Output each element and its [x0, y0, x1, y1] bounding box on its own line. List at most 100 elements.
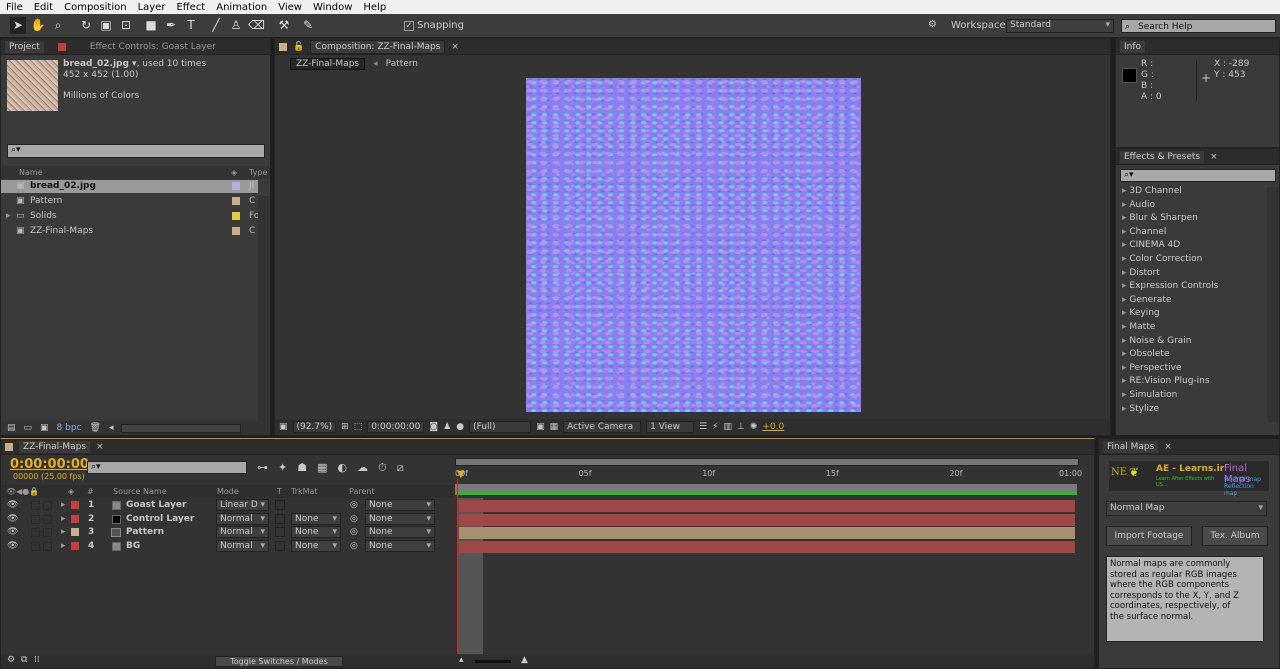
layer-row[interactable]: 👁 ▸ 3 Pattern Normal None ◎ None — [1, 526, 453, 539]
tab-composition[interactable]: Composition: ZZ-Final-Maps — [310, 39, 446, 54]
effect-category[interactable]: ▸ Expression Controls — [1122, 281, 1218, 291]
resolution-dropdown[interactable]: (Full) — [469, 421, 532, 433]
track-matte-dropdown[interactable]: None — [291, 539, 341, 552]
close-icon[interactable]: × — [1164, 442, 1172, 452]
timeline-current-time[interactable]: 0:00:00:00 — [10, 457, 89, 472]
timeline-icon[interactable]: ▥ — [724, 422, 733, 432]
tab-effects-presets[interactable]: Effects & Presets — [1120, 150, 1205, 163]
layer-name[interactable]: Goast Layer — [126, 499, 186, 512]
selection-tool-icon[interactable]: ➤ — [10, 17, 26, 34]
composition-viewer-normal-map[interactable] — [526, 78, 861, 412]
pen-tool-icon[interactable]: ✒ — [163, 17, 179, 34]
lock-switch[interactable] — [43, 501, 52, 510]
roto-brush-tool-icon[interactable]: ⚒ — [276, 17, 292, 34]
label-color[interactable] — [232, 212, 240, 220]
pick-whip-icon[interactable]: ◎ — [350, 526, 358, 539]
effect-category[interactable]: ▸ Perspective — [1122, 363, 1182, 373]
av-features-icon[interactable]: 👁◀●🔒 — [6, 485, 39, 498]
lock-switch[interactable] — [43, 541, 52, 551]
new-folder-icon[interactable]: ▭ — [24, 423, 33, 433]
rotate-tool-icon[interactable]: ↻ — [78, 17, 94, 34]
scroll-left-icon[interactable]: ◂ — [109, 423, 114, 433]
effect-category[interactable]: ▸ Obsolete — [1122, 349, 1170, 359]
zoom-out-icon[interactable]: ▴ — [459, 655, 464, 665]
hide-shy-layers-icon[interactable]: ☗ — [297, 461, 307, 475]
map-type-dropdown[interactable]: Normal Map — [1106, 501, 1267, 516]
breadcrumb-pattern[interactable]: Pattern — [386, 59, 418, 69]
motion-blur-icon[interactable]: ◐ — [338, 461, 348, 475]
eye-icon[interactable]: 👁 — [7, 499, 18, 512]
project-item[interactable]: ▸ ▭ Solids Fo — [1, 210, 259, 223]
zoom-in-icon[interactable]: ▲ — [521, 655, 528, 665]
preserve-transparency-switch[interactable] — [275, 540, 285, 551]
expand-triangle-icon[interactable]: ▸ — [61, 540, 66, 553]
preserve-transparency-switch[interactable] — [275, 513, 285, 524]
layer-duration-bar[interactable] — [459, 540, 1075, 553]
layer-row[interactable]: 👁 ▸ 1 Goast Layer Linear D ◎ None — [1, 499, 453, 512]
view-layout-dropdown[interactable]: 1 View — [646, 421, 695, 433]
label-color[interactable] — [232, 197, 240, 205]
frame-blending-icon[interactable]: ▦ — [317, 461, 327, 475]
tab-effect-controls[interactable]: Effect Controls: Goast Layer — [86, 41, 220, 53]
region-of-interest-icon[interactable]: ▣ — [536, 422, 545, 432]
effect-category[interactable]: ▸ Channel — [1122, 227, 1166, 237]
track-matte-dropdown[interactable]: None — [291, 526, 341, 538]
menu-window[interactable]: Window — [313, 2, 352, 13]
workspace-icon[interactable]: ⚙ — [928, 19, 937, 30]
solo-switch[interactable] — [31, 528, 40, 537]
eye-icon[interactable]: 👁 — [7, 526, 18, 539]
eraser-tool-icon[interactable]: ⌫ — [248, 17, 265, 34]
brush-tool-icon[interactable]: ╱ — [208, 17, 224, 34]
parent-dropdown[interactable]: None — [365, 512, 435, 525]
search-help-input[interactable]: ⌕ Search Help — [1121, 19, 1276, 33]
camera-tool-icon[interactable]: ▣ — [98, 17, 114, 34]
fast-previews-icon[interactable]: ⚡ — [712, 422, 718, 432]
column-t[interactable]: T — [277, 485, 282, 498]
pan-behind-tool-icon[interactable]: ⊡ — [118, 17, 134, 34]
effect-category[interactable]: ▸ Generate — [1122, 295, 1171, 305]
in-out-icon[interactable]: ⁞⁞ — [34, 655, 40, 665]
effects-scrollbar[interactable] — [1267, 187, 1279, 422]
menu-effect[interactable]: Effect — [176, 2, 205, 13]
column-source-name[interactable]: Source Name — [113, 485, 167, 498]
effect-category[interactable]: ▸ Noise & Grain — [1122, 336, 1192, 346]
project-scrollbar[interactable] — [258, 196, 270, 421]
effect-category[interactable]: ▸ Distort — [1122, 268, 1160, 278]
pick-whip-icon[interactable]: ◎ — [350, 499, 358, 512]
effect-category[interactable]: ▸ Simulation — [1122, 390, 1177, 400]
safe-margins-icon[interactable]: ⊞ — [341, 422, 349, 432]
solo-switch[interactable] — [31, 514, 40, 524]
parent-dropdown[interactable]: None — [365, 526, 435, 538]
layer-row[interactable]: 👁 ▸ 4 BG Normal None ◎ None — [1, 539, 453, 553]
menu-help[interactable]: Help — [363, 2, 386, 13]
hand-tool-icon[interactable]: ✋ — [30, 17, 46, 34]
layer-duration-bar[interactable] — [459, 500, 1075, 512]
project-item[interactable]: ▣ Pattern C — [1, 195, 258, 208]
column-mode[interactable]: Mode — [217, 485, 239, 498]
rectangle-tool-icon[interactable]: ■ — [143, 17, 159, 34]
camera-dropdown[interactable]: Active Camera — [563, 421, 642, 433]
graph-editor-icon[interactable]: ⧄ — [397, 461, 404, 475]
solo-switch[interactable] — [31, 501, 40, 510]
column-trkmat[interactable]: TrkMat — [291, 485, 318, 498]
puppet-tool-icon[interactable]: ✎ — [300, 17, 316, 34]
effect-category[interactable]: ▸ CINEMA 4D — [1122, 240, 1180, 250]
auto-keyframe-icon[interactable]: ⏱ — [378, 461, 387, 475]
clone-stamp-tool-icon[interactable]: ♙ — [228, 17, 244, 34]
flowchart-icon[interactable]: ⊥ — [737, 422, 745, 432]
lock-switch[interactable] — [43, 528, 52, 537]
effect-category[interactable]: ▸ Matte — [1122, 322, 1155, 332]
layer-switches-icon[interactable]: ⚙ — [7, 655, 15, 665]
composition-mini-flowchart-icon[interactable]: ⊶ — [257, 461, 268, 475]
mask-visibility-icon[interactable]: ⬚ — [354, 422, 363, 432]
transparency-grid-icon[interactable]: ▦ — [550, 422, 559, 432]
effect-category[interactable]: ▸ 3D Channel — [1122, 186, 1182, 196]
layer-duration-bar[interactable] — [459, 513, 1075, 526]
effect-category[interactable]: ▸ Stylize — [1122, 404, 1159, 414]
zoom-tool-icon[interactable]: ⌕ — [50, 17, 66, 34]
toggle-switches-modes-button[interactable]: Toggle Switches / Modes — [215, 656, 343, 667]
label-color[interactable] — [232, 182, 240, 190]
brainstorm-icon[interactable]: ☁ — [357, 461, 368, 475]
snapshot-icon[interactable]: ◙ — [429, 422, 438, 432]
checkbox-icon[interactable]: ✓ — [404, 20, 414, 31]
